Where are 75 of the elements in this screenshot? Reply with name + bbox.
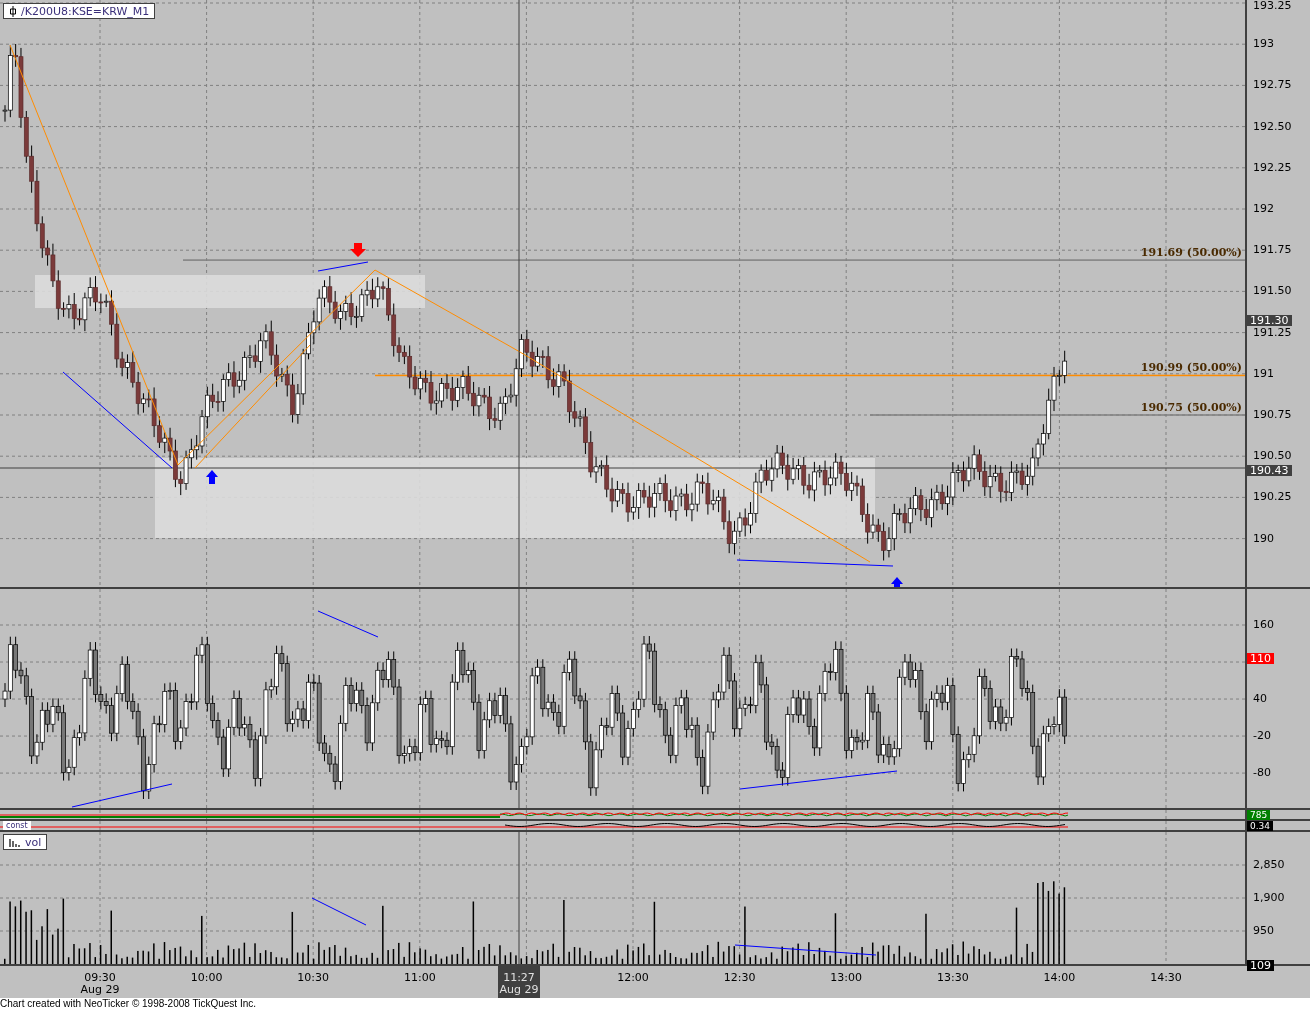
price-marker: 190.43 [1247,464,1292,476]
axis-label: 191 [1253,367,1274,380]
volume-label: vol [3,834,48,850]
axis-label: 40 [1253,693,1267,706]
axis-label: 1,900 [1253,892,1285,904]
grid-line [739,810,741,819]
trend-line [311,897,367,926]
trend-line [317,610,379,638]
grid-line [1165,810,1167,819]
footer-text: Chart created with NeoTicker © 1998-2008 TickQuest Inc. [0,998,257,1010]
axis-label: 193.25 [1253,0,1292,12]
grid-line [206,821,208,830]
grid-line [419,821,421,830]
time-label: 14:30 [1150,972,1182,984]
down-arrow-icon [350,243,366,257]
price-marker: 109 [1247,960,1274,971]
bar-chart-icon [9,837,21,847]
symbol-label: /K200U8:KSE=KRW_M1 [3,3,156,19]
axis-label: 191.75 [1253,244,1292,257]
grid-line [739,821,741,830]
axis-label: 192.75 [1253,79,1292,92]
grid-line [1165,821,1167,830]
time-label: 12:00 [617,972,649,984]
axis-label: 193 [1253,38,1274,51]
level-label: 190.99 (50.00%) [1140,361,1242,376]
axis-label: 192 [1253,203,1274,215]
grid-line [312,810,314,819]
grid-line [1058,810,1060,819]
time-label: 14:00 [1043,972,1076,984]
grid-line [845,810,847,819]
cursor-time-label: 11:27 Aug 29 [498,966,540,998]
price-marker: 0.34 [1247,821,1274,831]
price-marker: 785 [1247,810,1271,820]
axis-label: 2,850 [1253,859,1285,871]
grid-line [525,810,527,819]
time-label: 10:00 [190,972,223,984]
axis-label: 190 [1253,532,1274,545]
up-arrow-icon [206,470,218,484]
time-label: 12:30 [723,972,756,984]
time-label: 11:00 [403,972,436,984]
axis-label: -80 [1253,767,1271,780]
grid-line [632,821,634,830]
axis-label: 192.50 [1253,120,1292,133]
candle-icon [9,5,17,17]
up-arrow-icon [891,577,903,587]
axis-label: 190.25 [1253,491,1292,504]
axis-label: 160 [1253,619,1274,631]
axis-label: 950 [1253,925,1274,937]
axis-label: 190.50 [1253,450,1292,463]
grid-line [952,810,954,819]
date-label: Aug 29 [80,984,120,996]
grid-line [99,821,101,830]
level-label: 190.75 (50.00%) [1140,401,1242,415]
grid-line [99,810,101,819]
grid-line [952,821,954,830]
grid-line [312,821,314,830]
time-label: 13:30 [936,972,969,984]
axis-label: -20 [1253,730,1271,743]
grid-line [419,810,421,819]
price-marker: 191.30 [1247,315,1292,327]
axis-label: 191.50 [1253,285,1292,298]
level-label: 191.69 (50.00%) [1140,246,1242,261]
grid-line [845,821,847,830]
time-label: 09:30 [84,972,116,984]
grid-line [525,821,527,830]
price-marker: 110 [1247,652,1274,664]
axis-label: 191.25 [1253,326,1292,339]
time-label: 13:00 [830,972,863,984]
grid-line [1058,821,1060,830]
time-label: 10:30 [297,972,330,984]
grid-line [206,810,208,819]
axis-label: 192.25 [1253,161,1292,174]
axis-label: 190.75 [1253,409,1292,421]
grid-line [632,810,634,819]
indicator-label: const [3,821,31,830]
